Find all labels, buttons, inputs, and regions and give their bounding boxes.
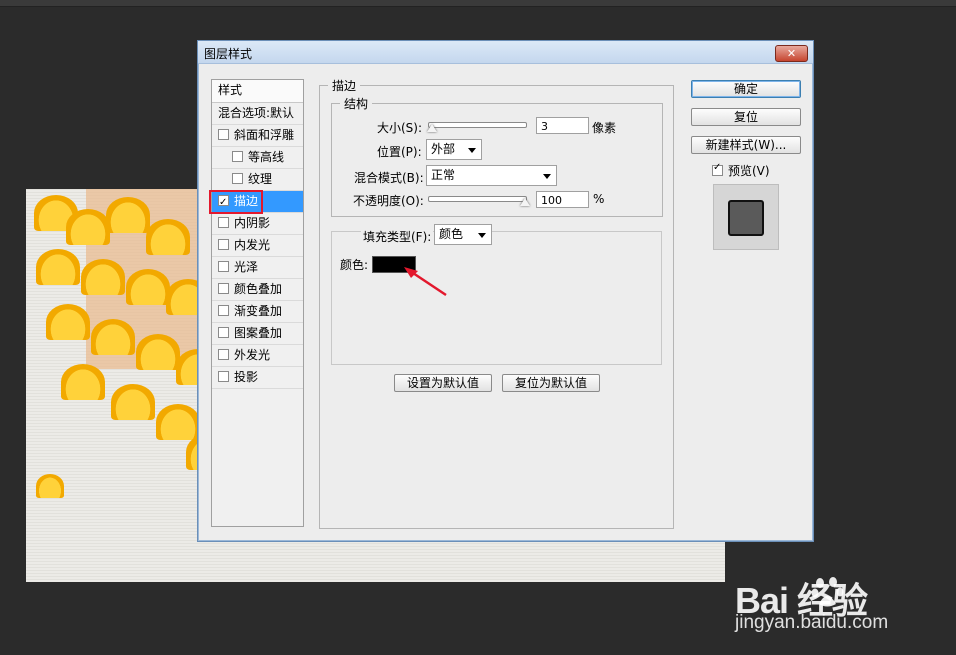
- style-item-label: 内阴影: [234, 216, 271, 230]
- style-item-checkbox[interactable]: [218, 261, 229, 272]
- style-item-checkbox[interactable]: [232, 151, 243, 162]
- style-item-checkbox[interactable]: [218, 217, 229, 228]
- style-preview: [713, 184, 779, 250]
- style-item-label: 投影: [234, 370, 259, 384]
- watermark-url: jingyan.baidu.com: [735, 612, 889, 633]
- style-item[interactable]: 斜面和浮雕: [212, 125, 303, 147]
- ok-button[interactable]: 确定: [691, 80, 801, 98]
- style-item[interactable]: 内阴影: [212, 213, 303, 235]
- fill-type-value: 颜色: [439, 227, 464, 241]
- ginkgo-leaf: [146, 219, 190, 255]
- opacity-slider[interactable]: [428, 196, 527, 202]
- opacity-unit: %: [593, 192, 605, 206]
- blend-options-item[interactable]: 混合选项:默认: [212, 103, 303, 125]
- position-label: 位置(P):: [377, 145, 422, 159]
- layer-style-dialog: 图层样式 ✕ 样式 混合选项:默认 斜面和浮雕等高线纹理描边内阴影内发光光泽颜色…: [197, 40, 814, 542]
- style-item[interactable]: 纹理: [212, 169, 303, 191]
- dialog-title: 图层样式: [204, 47, 253, 61]
- opacity-slider-thumb[interactable]: [520, 198, 530, 206]
- style-item[interactable]: 等高线: [212, 147, 303, 169]
- style-item-checkbox[interactable]: [218, 349, 229, 360]
- size-input[interactable]: 3: [536, 117, 589, 134]
- stroke-legend: 描边: [332, 79, 357, 93]
- dialog-titlebar[interactable]: 图层样式 ✕: [198, 41, 813, 64]
- styles-header[interactable]: 样式: [212, 80, 303, 103]
- preview-checkbox-row[interactable]: 预览(V): [712, 162, 770, 179]
- style-item-label: 斜面和浮雕: [234, 128, 295, 142]
- style-item[interactable]: 渐变叠加: [212, 301, 303, 323]
- color-label: 颜色:: [340, 258, 369, 272]
- ginkgo-leaf: [61, 364, 105, 400]
- styles-list: 样式 混合选项:默认 斜面和浮雕等高线纹理描边内阴影内发光光泽颜色叠加渐变叠加图…: [209, 79, 304, 527]
- style-item-label: 等高线: [248, 150, 285, 164]
- position-value: 外部: [431, 142, 456, 156]
- set-default-button[interactable]: 设置为默认值: [394, 374, 492, 392]
- style-item-checkbox[interactable]: [218, 371, 229, 382]
- reset-default-button[interactable]: 复位为默认值: [502, 374, 600, 392]
- fill-group: [331, 231, 662, 365]
- ginkgo-leaf: [81, 259, 125, 295]
- opacity-label: 不透明度(O):: [353, 194, 424, 208]
- style-item-checkbox[interactable]: [218, 239, 229, 250]
- size-unit: 像素: [592, 121, 617, 135]
- size-slider[interactable]: [428, 122, 527, 128]
- position-select[interactable]: 外部: [426, 139, 482, 160]
- fill-type-label: 填充类型(F):: [361, 228, 434, 245]
- ginkgo-leaf: [106, 197, 150, 233]
- size-label: 大小(S):: [377, 121, 423, 135]
- style-item[interactable]: 投影: [212, 367, 303, 389]
- style-item[interactable]: 光泽: [212, 257, 303, 279]
- style-item-label: 外发光: [234, 348, 271, 362]
- preview-label: 预览(V): [728, 164, 770, 178]
- annotation-arrow-icon: [404, 267, 447, 297]
- fill-type-select[interactable]: 颜色: [434, 224, 492, 245]
- style-item[interactable]: 颜色叠加: [212, 279, 303, 301]
- style-item-label: 颜色叠加: [234, 282, 283, 296]
- style-item[interactable]: 图案叠加: [212, 323, 303, 345]
- highlight-box: [209, 190, 263, 214]
- ginkgo-leaf: [46, 304, 90, 340]
- style-item[interactable]: 描边: [209, 190, 303, 214]
- preview-checkbox[interactable]: [712, 162, 723, 176]
- style-item-checkbox[interactable]: [218, 283, 229, 294]
- chevron-down-icon: [468, 148, 476, 153]
- style-item[interactable]: 内发光: [212, 235, 303, 257]
- ginkgo-leaf: [136, 334, 180, 370]
- chevron-down-icon: [478, 233, 486, 238]
- blend-mode-label: 混合模式(B):: [354, 171, 424, 185]
- preview-thumbnail: [728, 200, 764, 236]
- opacity-input[interactable]: 100: [536, 191, 589, 208]
- baidu-watermark: Bai 经验 jingyan.baidu.com: [735, 572, 945, 642]
- blend-mode-value: 正常: [431, 168, 456, 182]
- style-item-checkbox[interactable]: [218, 327, 229, 338]
- ginkgo-leaf: [91, 319, 135, 355]
- style-item-label: 光泽: [234, 260, 259, 274]
- chevron-down-icon: [543, 174, 551, 179]
- style-item[interactable]: 外发光: [212, 345, 303, 367]
- structure-legend: 结构: [344, 97, 369, 111]
- ginkgo-leaf: [156, 404, 200, 440]
- style-item-checkbox[interactable]: [218, 129, 229, 140]
- style-item-checkbox[interactable]: [218, 305, 229, 316]
- reset-button[interactable]: 复位: [691, 108, 801, 126]
- style-item-checkbox[interactable]: [232, 173, 243, 184]
- close-button[interactable]: ✕: [775, 45, 808, 62]
- new-style-button[interactable]: 新建样式(W)...: [691, 136, 801, 154]
- ginkgo-leaf: [36, 249, 80, 285]
- ginkgo-leaf: [66, 209, 110, 245]
- blend-mode-select[interactable]: 正常: [426, 165, 557, 186]
- ginkgo-leaf: [111, 384, 155, 420]
- app-top-bar: [0, 0, 956, 7]
- style-item-label: 纹理: [248, 172, 273, 186]
- style-item-label: 图案叠加: [234, 326, 283, 340]
- size-slider-thumb[interactable]: [426, 124, 437, 132]
- ginkgo-leaf: [36, 474, 64, 498]
- style-item-label: 内发光: [234, 238, 271, 252]
- style-item-label: 渐变叠加: [234, 304, 283, 318]
- ginkgo-leaf: [126, 269, 170, 305]
